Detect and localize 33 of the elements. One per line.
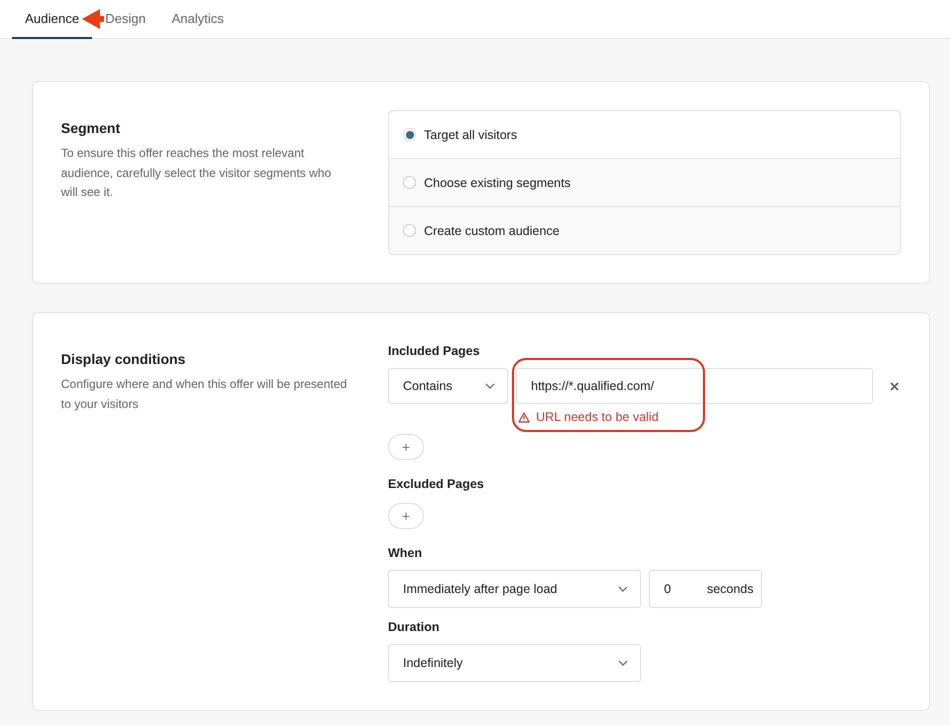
seconds-field[interactable]: 0 seconds [649,570,762,608]
section-description: To ensure this offer reaches the most relevant audience, carefully select the visitor segments who will see it. [61,145,332,201]
close-icon[interactable] [890,382,898,390]
section-description: Configure where and when this offer will be presented to your visitors [61,376,348,412]
radio-option[interactable]: Target all visitors [389,111,900,159]
option-label: Choose existing segments [424,176,571,190]
add-button[interactable]: + [388,503,424,529]
radio-option[interactable]: Choose existing segments [389,158,900,206]
chevron-icon [618,586,628,592]
radio-button[interactable] [403,176,416,189]
tab[interactable]: Design [105,0,146,38]
duration-dropdown[interactable]: Indefinitely [388,644,641,682]
match-dropdown[interactable]: Contains [388,368,508,404]
error-message: URL needs to be valid [536,410,659,424]
chevron-icon [485,383,495,389]
radio-button[interactable] [403,128,416,141]
section-title: Segment [61,120,122,136]
url-field[interactable]: https://*.qualified.com/ [516,368,873,404]
chevron-icon [618,660,628,666]
field-label: Included Pages [388,344,481,358]
radio-button[interactable] [403,224,416,237]
when-dropdown[interactable]: Immediately after page load [388,570,641,608]
radio-option[interactable]: Create custom audience [389,206,900,254]
annotation-arrow [82,8,104,30]
add-button[interactable]: + [388,434,424,460]
field-label: When [388,546,424,560]
tab[interactable]: Analytics [172,0,224,38]
section-title: Display conditions [61,351,186,367]
field-label: Duration [388,620,440,634]
option-label: Target all visitors [424,128,518,142]
warning-icon [518,412,530,422]
option-label: Create custom audience [424,224,560,238]
field-label: Excluded Pages [388,477,485,491]
